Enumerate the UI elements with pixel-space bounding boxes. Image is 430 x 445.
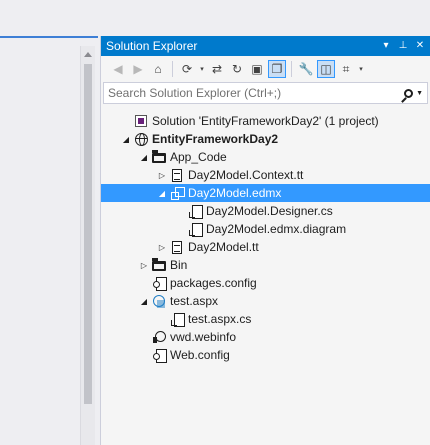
tree-item-label: packages.config: [170, 276, 257, 290]
tree-item[interactable]: ◢ Day2Model.edmx: [101, 184, 430, 202]
search-box[interactable]: Search Solution Explorer (Ctrl+;) ▼: [103, 82, 428, 104]
tree-item-label: EntityFrameworkDay2: [152, 132, 279, 146]
auto-hide-pin-icon[interactable]: ⊥: [396, 39, 410, 53]
expand-arrow-icon[interactable]: ▷: [137, 261, 151, 270]
toolbar-dropdown-icon[interactable]: ▾: [198, 65, 206, 73]
close-icon[interactable]: ✕: [413, 39, 427, 53]
tree-item[interactable]: ◢ App_Code: [101, 148, 430, 166]
collapse-arrow-icon[interactable]: ◢: [119, 135, 133, 144]
tree-item[interactable]: ▷ Day2Model.tt: [101, 238, 430, 256]
home-icon[interactable]: ⌂: [149, 60, 167, 78]
tree-item-label: Day2Model.Context.tt: [188, 168, 304, 182]
editor-tab-line: [0, 36, 98, 38]
folder-icon: [151, 257, 167, 273]
search-options[interactable]: ▼: [401, 88, 427, 98]
editor-vertical-scrollbar[interactable]: [80, 46, 95, 445]
webinfo-file-icon: [151, 329, 167, 345]
tree-item[interactable]: packages.config: [101, 274, 430, 292]
search-input[interactable]: Search Solution Explorer (Ctrl+;): [108, 86, 401, 100]
collapse-arrow-icon[interactable]: ◢: [137, 297, 151, 306]
toolbar-separator: [172, 61, 173, 77]
tree-item[interactable]: vwd.webinfo: [101, 328, 430, 346]
properties-icon[interactable]: 🔧: [297, 60, 315, 78]
collapse-all-icon[interactable]: ▣: [248, 60, 266, 78]
tree-item-label: Day2Model.edmx: [188, 186, 282, 200]
search-icon[interactable]: [404, 88, 414, 98]
tree-item-label: test.aspx: [170, 294, 219, 308]
sync-with-active-document-icon[interactable]: ⇄: [208, 60, 226, 78]
tree-item[interactable]: ▷ Bin: [101, 256, 430, 274]
tree-item[interactable]: Day2Model.edmx.diagram: [101, 220, 430, 238]
forward-icon[interactable]: ▶: [129, 60, 147, 78]
solution-icon: [133, 113, 149, 129]
search-dropdown-icon[interactable]: ▼: [416, 90, 423, 97]
tree-item-label: App_Code: [170, 150, 227, 164]
window-position-dropdown-icon[interactable]: ▾: [379, 39, 393, 53]
solution-tree: Solution 'EntityFrameworkDay2' (1 projec…: [101, 104, 430, 364]
scrollbar-thumb[interactable]: [84, 64, 92, 404]
collapse-arrow-icon[interactable]: ◢: [137, 153, 151, 162]
tree-item[interactable]: ◢ EntityFrameworkDay2: [101, 130, 430, 148]
scroll-up-arrow-icon[interactable]: [84, 52, 92, 57]
toolbar-dropdown-icon[interactable]: ▾: [357, 65, 365, 73]
cs-file-icon: [187, 203, 203, 219]
tt-file-icon: [169, 239, 185, 255]
expand-arrow-icon[interactable]: ▷: [155, 243, 169, 252]
preview-selected-items-icon[interactable]: ◫: [317, 60, 335, 78]
tree-item-label: Web.config: [170, 348, 230, 362]
folder-icon: [151, 149, 167, 165]
tree-item[interactable]: ◢ test.aspx: [101, 292, 430, 310]
editor-area: [0, 0, 98, 445]
collapse-arrow-icon[interactable]: ◢: [155, 189, 169, 198]
diagram-file-icon: [187, 221, 203, 237]
view-class-diagram-icon[interactable]: ⌗: [337, 60, 355, 78]
tt-file-icon: [169, 167, 185, 183]
back-icon[interactable]: ◀: [109, 60, 127, 78]
expand-arrow-icon[interactable]: ▷: [155, 171, 169, 180]
tree-item-label: Day2Model.tt: [188, 240, 259, 254]
tree-item-label: Solution 'EntityFrameworkDay2' (1 projec…: [152, 114, 379, 128]
tree-item[interactable]: Web.config: [101, 346, 430, 364]
solution-explorer-panel: Solution Explorer ▾ ⊥ ✕ ◀ ▶ ⌂ ⟳ ▾ ⇄ ↻ ▣ ❐ 🔧 ◫ ⌗ ▾ Se…: [100, 36, 430, 445]
tree-item-label: test.aspx.cs: [188, 312, 252, 326]
website-icon: [133, 131, 149, 147]
tree-item[interactable]: Solution 'EntityFrameworkDay2' (1 projec…: [101, 112, 430, 130]
pending-changes-filter-icon[interactable]: ⟳: [178, 60, 196, 78]
cs-file-icon: [169, 311, 185, 327]
tree-item-label: Day2Model.Designer.cs: [206, 204, 333, 218]
config-file-icon: [151, 347, 167, 363]
aspx-file-icon: [151, 293, 167, 309]
tree-item[interactable]: test.aspx.cs: [101, 310, 430, 328]
panel-titlebar[interactable]: Solution Explorer ▾ ⊥ ✕: [101, 36, 430, 56]
panel-toolbar: ◀ ▶ ⌂ ⟳ ▾ ⇄ ↻ ▣ ❐ 🔧 ◫ ⌗ ▾: [101, 56, 430, 82]
tree-item[interactable]: ▷ Day2Model.Context.tt: [101, 166, 430, 184]
config-file-icon: [151, 275, 167, 291]
panel-title: Solution Explorer: [106, 39, 198, 53]
toolbar-separator: [291, 61, 292, 77]
refresh-icon[interactable]: ↻: [228, 60, 246, 78]
tree-item-label: Bin: [170, 258, 188, 272]
tree-item-label: Day2Model.edmx.diagram: [206, 222, 347, 236]
tree-item-label: vwd.webinfo: [170, 330, 237, 344]
show-all-files-icon[interactable]: ❐: [268, 60, 286, 78]
tree-item[interactable]: Day2Model.Designer.cs: [101, 202, 430, 220]
edmx-file-icon: [169, 185, 185, 201]
